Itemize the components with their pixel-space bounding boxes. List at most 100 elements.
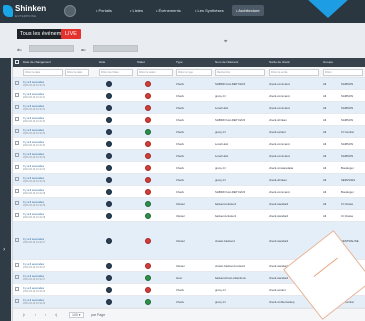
row-expand-icon[interactable] <box>15 189 19 193</box>
header-date[interactable]: Date de changement <box>23 60 93 64</box>
header-element[interactable]: Nom de l'élément <box>215 60 265 64</box>
element-name[interactable]: grosy-CI <box>215 166 226 170</box>
table-row[interactable]: Il y a 6 secondes 2020-09-19 10:42:30 Chec… <box>13 126 365 138</box>
element-name[interactable]: backend-cluster1 <box>215 202 236 206</box>
host-icon[interactable] <box>106 201 112 207</box>
row-expand-icon[interactable] <box>15 299 19 303</box>
table-row[interactable]: Il y a 6 secondes 2020-09-19 10:42:28 Clus… <box>13 198 365 210</box>
table-row[interactable]: Il y a 6 secondes 2020-09-19 10:42:28 Clus… <box>13 210 365 222</box>
header-status[interactable]: Statut <box>137 60 173 64</box>
row-expand-icon[interactable] <box>15 105 19 109</box>
event-type: Check <box>176 130 184 134</box>
row-expand-icon[interactable] <box>15 201 19 205</box>
last-page-button[interactable]: ›| <box>55 313 57 317</box>
element-name[interactable]: backend-cluster1 <box>215 214 236 218</box>
table-row[interactable]: Il y a 6 secondes 2020-09-19 10:42:30 Chec… <box>13 114 365 126</box>
host-icon[interactable] <box>106 117 112 123</box>
globe-icon[interactable] <box>64 5 76 17</box>
element-name[interactable]: Local Host <box>215 106 228 110</box>
shinken-logo[interactable]: Shinken ENTERPRISE <box>3 3 49 20</box>
host-icon[interactable] <box>106 238 112 244</box>
nav-architecture[interactable]: • Architecture <box>232 5 264 16</box>
element-name[interactable]: grosy-CI <box>215 94 226 98</box>
group-name: All <box>323 190 327 194</box>
element-name[interactable]: SHBDD host-DEP 02/23 <box>215 118 245 122</box>
element-name[interactable]: Local Host <box>215 154 228 158</box>
table-row[interactable]: Il y a 6 secondes 2020-09-19 10:42:31 Chec… <box>13 78 365 90</box>
element-name[interactable]: cluster-backend-network <box>215 264 245 268</box>
filter-date-input[interactable]: Filtrer la date <box>23 69 63 76</box>
element-name[interactable]: SHBDD host-DEP 02/23 <box>215 190 245 194</box>
host-icon[interactable] <box>106 165 112 171</box>
row-expand-icon[interactable] <box>15 153 19 157</box>
host-icon[interactable] <box>106 105 112 111</box>
host-icon[interactable] <box>106 93 112 99</box>
header-output[interactable]: Sortie de check <box>269 60 313 64</box>
row-expand-icon[interactable] <box>15 93 19 97</box>
filter-host-input[interactable]: Filtrer les hôtes <box>99 69 133 76</box>
header-type[interactable]: Type <box>176 60 212 64</box>
page-size-select[interactable]: 100 ▾ <box>69 312 84 318</box>
row-expand-icon[interactable] <box>15 275 19 279</box>
row-expand-icon[interactable] <box>15 287 19 291</box>
header-host[interactable]: Hôte <box>99 60 135 64</box>
nav-syntheses[interactable]: • Les Synthèses <box>195 8 224 13</box>
host-icon[interactable] <box>106 189 112 195</box>
filter-status-input[interactable]: Filtrer le statut <box>137 69 173 76</box>
element-name[interactable]: grosy-CI <box>215 288 226 292</box>
row-expand-icon[interactable] <box>15 141 19 145</box>
host-icon[interactable] <box>106 177 112 183</box>
host-icon[interactable] <box>106 141 112 147</box>
filter-output-input[interactable]: Filtrer la sortie <box>269 69 319 76</box>
table-row[interactable]: Il y a 6 secondes 2020-09-19 10:42:31 Chec… <box>13 90 365 102</box>
host-icon[interactable] <box>106 299 112 305</box>
nav-portails[interactable]: • Portails <box>96 8 112 13</box>
filter-type-input[interactable]: Filtrer le type <box>176 69 212 76</box>
host-icon[interactable] <box>106 153 112 159</box>
row-expand-icon[interactable] <box>15 238 19 242</box>
element-name[interactable]: Local Host <box>215 142 228 146</box>
host-icon[interactable] <box>106 275 112 281</box>
table-row[interactable]: Il y a 6 secondes 2020-09-19 10:42:29 Chec… <box>13 174 365 186</box>
row-expand-icon[interactable] <box>15 177 19 181</box>
date-from-input[interactable] <box>29 45 74 52</box>
side-panel-toggle[interactable]: › <box>0 58 11 321</box>
table-row[interactable]: Il y a 6 secondes 2020-09-19 10:42:31 Chec… <box>13 102 365 114</box>
host-icon[interactable] <box>106 287 112 293</box>
first-page-button[interactable]: |‹ <box>23 313 25 317</box>
host-icon[interactable] <box>106 81 112 87</box>
host-icon[interactable] <box>106 213 112 219</box>
date-to-input[interactable] <box>93 45 138 52</box>
row-expand-icon[interactable] <box>15 263 19 267</box>
element-name[interactable]: grosy-CI <box>215 300 226 304</box>
row-expand-icon[interactable] <box>15 117 19 121</box>
element-name[interactable]: grosy-CI <box>215 178 226 182</box>
select-all-checkbox[interactable] <box>15 60 19 64</box>
table-row[interactable]: Il y a 6 secondes 2020-09-19 10:42:29 Chec… <box>13 150 365 162</box>
nav-evenements[interactable]: • Événements <box>156 8 181 13</box>
row-expand-icon[interactable] <box>15 81 19 85</box>
filter-element-input[interactable]: Rechercher <box>215 69 265 76</box>
row-expand-icon[interactable] <box>15 213 19 217</box>
host-icon[interactable] <box>106 129 112 135</box>
table-row[interactable]: Il y a 6 secondes 2020-09-19 10:42:30 Chec… <box>13 138 365 150</box>
row-expand-icon[interactable] <box>15 129 19 133</box>
element-name[interactable]: cluster-backend <box>215 239 235 243</box>
live-button[interactable]: LIVE <box>61 29 81 39</box>
group-detail: Boulanger <box>341 190 354 194</box>
next-page-button[interactable]: › <box>45 313 46 317</box>
table-row[interactable]: Il y a 6 secondes 2020-09-19 10:42:28 Chec… <box>13 186 365 198</box>
event-date: 2020-09-19 10:42:28 <box>23 192 46 195</box>
element-name[interactable]: SHBDD host-DEP 02/23 <box>215 82 245 86</box>
check-output: check-command <box>269 142 290 146</box>
table-row[interactable]: Il y a 6 secondes 2020-09-19 10:42:29 Chec… <box>13 162 365 174</box>
row-expand-icon[interactable] <box>15 165 19 169</box>
host-icon[interactable] <box>106 263 112 269</box>
nav-listes[interactable]: • Listes <box>130 8 143 13</box>
element-name[interactable]: backend-host-collections <box>215 276 246 280</box>
element-name[interactable]: grosy-CI <box>215 130 226 134</box>
filter-date-to-input[interactable]: Filtrer la date <box>65 69 89 76</box>
header-group[interactable]: Groupe <box>323 60 363 64</box>
filter-group-input[interactable]: Filtrer <box>323 69 363 76</box>
previous-page-button[interactable]: ‹ <box>35 313 36 317</box>
